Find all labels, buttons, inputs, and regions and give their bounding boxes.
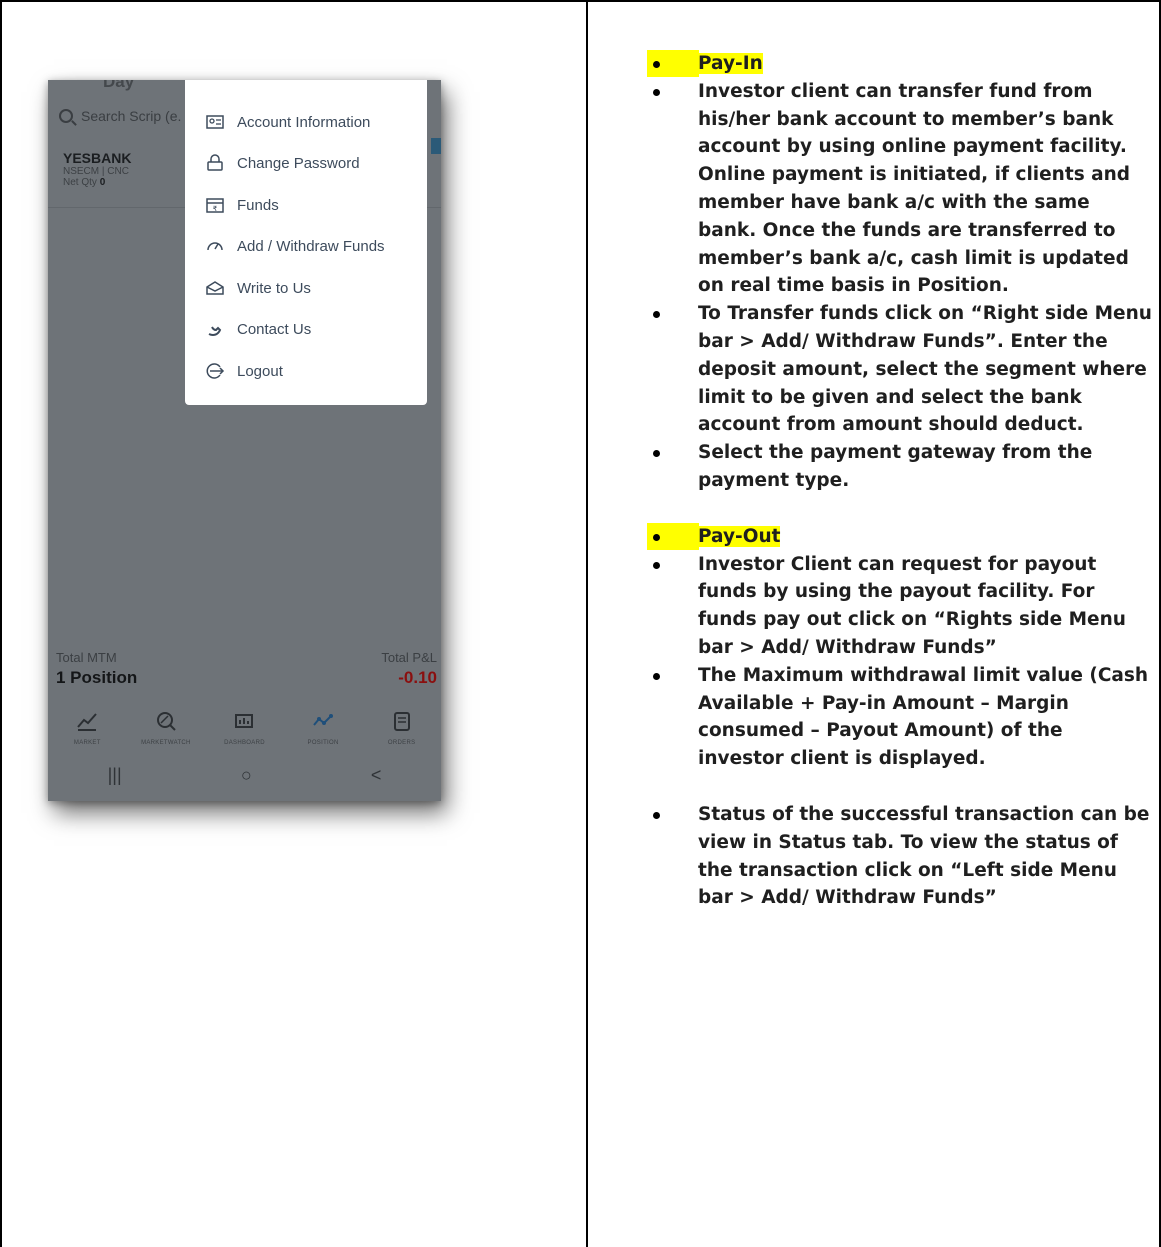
payin-bullet-2: To Transfer funds click on “Right side M… (653, 300, 1153, 439)
dashboard-icon (235, 714, 254, 728)
partial-header-text: Day (103, 80, 135, 91)
menu-label: Change Password (237, 154, 360, 172)
menu-add-withdraw-funds[interactable]: Add / Withdraw Funds (205, 237, 385, 255)
svg-text:₹: ₹ (213, 205, 218, 213)
mail-icon (206, 281, 224, 295)
payin-bullet-3: Select the payment gateway from the paym… (653, 439, 1153, 495)
payin-heading-text: Pay-In (698, 53, 763, 74)
nav-dashboard[interactable]: DASHBOARD (214, 710, 274, 750)
column-divider (586, 0, 588, 1247)
net-qty-label: Net Qty (63, 177, 97, 188)
menu-label: Add / Withdraw Funds (237, 237, 385, 255)
menu-account-information[interactable]: Account Information (205, 113, 370, 131)
payout-heading-text: Pay-Out (698, 525, 781, 547)
payout-heading: Pay-Out (647, 522, 1153, 551)
phone-screenshot: Day Search Scrip (e. YESBANK NSECM | CNC… (48, 80, 441, 801)
scrip-name: YESBANK (63, 150, 132, 166)
total-pl-value: -0.10 (398, 668, 437, 687)
menu-label: Funds (237, 196, 279, 214)
instructions-column: Pay-In Investor client can transfer fund… (647, 50, 1153, 912)
add-withdraw-icon (207, 242, 223, 251)
search-placeholder: Search Scrip (e. (81, 108, 182, 124)
more-badge-icon[interactable] (431, 138, 441, 154)
position-icon (313, 714, 334, 726)
phone-icon (208, 326, 222, 336)
account-info-icon (206, 115, 224, 129)
menu-write-to-us[interactable]: Write to Us (205, 279, 311, 297)
search-bar[interactable]: Search Scrip (e. (59, 108, 181, 124)
orders-icon (393, 712, 410, 731)
nav-dashboard-label: DASHBOARD (224, 740, 265, 746)
nav-marketwatch-label: MARKETWATCH (141, 740, 191, 746)
position-count: 1 Position (56, 668, 138, 687)
payin-bullet-1: Investor client can transfer fund from h… (653, 78, 1153, 300)
change-password-icon (207, 154, 223, 171)
payout-bullet-1: Investor Client can request for payout f… (653, 551, 1153, 662)
menu-label: Write to Us (237, 279, 311, 297)
home-button[interactable]: ○ (241, 765, 252, 786)
system-nav: ||| ○ < (48, 765, 441, 786)
payin-heading: Pay-In (647, 50, 1153, 78)
net-qty: Net Qty 0 (63, 177, 131, 188)
nav-market-label: MARKET (73, 740, 101, 746)
nav-orders[interactable]: ORDERS (372, 710, 432, 750)
total-pl-label: Total P&L (381, 650, 437, 665)
watch-search-icon (156, 712, 176, 731)
position-row[interactable]: YESBANK NSECM | CNC Net Qty 0 (63, 150, 131, 188)
total-mtm-label: Total MTM (56, 650, 117, 665)
menu-label: Contact Us (237, 320, 312, 338)
menu-label: Account Information (237, 113, 371, 131)
nav-position-label: POSITION (307, 740, 339, 746)
recent-apps-button[interactable]: ||| (108, 765, 122, 786)
scrip-segment: NSECM | CNC (63, 166, 129, 177)
nav-market[interactable]: MARKET (57, 710, 117, 750)
right-side-menu: Account Information Change Password ₹ Fu… (185, 80, 427, 405)
funds-icon: ₹ (206, 198, 224, 213)
net-qty-value: 0 (99, 177, 106, 188)
back-button[interactable]: < (371, 765, 382, 786)
search-icon (59, 109, 73, 123)
payout-bullet-3: Status of the successful transaction can… (653, 801, 1153, 912)
nav-orders-label: ORDERS (387, 740, 416, 746)
menu-contact-us[interactable]: Contact Us (205, 320, 311, 338)
nav-marketwatch[interactable]: MARKETWATCH (136, 710, 196, 750)
bottom-nav: MARKET MARKETWATCH DASHBOARD POSITION OR… (48, 710, 441, 750)
nav-position[interactable]: POSITION (293, 710, 353, 750)
logout-icon (206, 363, 225, 379)
menu-change-password[interactable]: Change Password (205, 154, 360, 172)
menu-label: Logout (237, 362, 283, 380)
payout-bullet-2: The Maximum withdrawal limit value (Cash… (653, 662, 1153, 773)
menu-funds[interactable]: ₹ Funds (205, 196, 279, 214)
trend-up-icon (77, 713, 98, 731)
menu-logout[interactable]: Logout (205, 362, 283, 380)
